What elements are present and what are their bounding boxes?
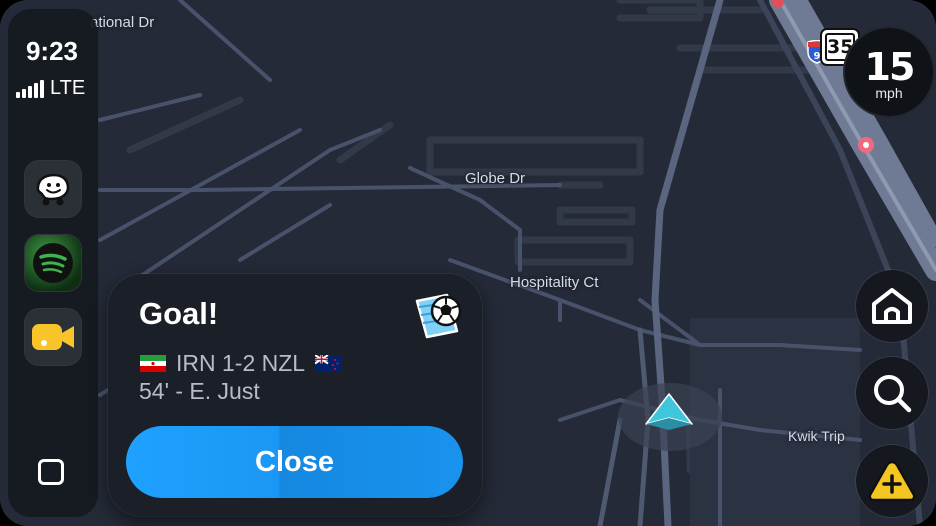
status-time: 9:23	[25, 36, 79, 66]
dock-app-video[interactable]	[25, 309, 81, 365]
speedometer: 15 mph	[845, 28, 933, 116]
new-zealand-flag-icon	[315, 355, 342, 372]
search-button[interactable]	[856, 357, 928, 429]
close-button[interactable]: Close	[126, 426, 463, 498]
iran-flag-icon	[140, 355, 166, 372]
carplay-screen: ational Dr Globe Dr Hospitality Ct Kwik …	[0, 0, 936, 526]
map-label-kwik-trip: Kwik Trip	[788, 428, 845, 444]
vehicle-position-arrow-icon	[645, 393, 693, 430]
score-line: IRN 1-2 NZL	[140, 350, 342, 377]
score-text: IRN 1-2 NZL	[176, 350, 306, 376]
cellular-status: LTE	[16, 77, 85, 100]
map-label-national-dr: ational Dr	[90, 14, 155, 31]
report-hazard-button[interactable]	[856, 445, 928, 517]
goal-notification-card: Goal! IRN 1-2 NZL 54' - E. Just Close	[108, 274, 482, 516]
dock-app-waze[interactable]	[25, 161, 81, 217]
signal-bars-icon	[16, 79, 44, 98]
report-hazard-icon	[868, 460, 916, 502]
soccer-ball-icon	[415, 293, 462, 339]
goal-scorer: 54' - E. Just	[139, 378, 260, 404]
video-camera-icon	[32, 324, 74, 350]
map-label-globe-dr: Globe Dr	[465, 170, 526, 187]
map-label-hospitality-ct: Hospitality Ct	[510, 274, 599, 291]
carplay-home-button[interactable]	[38, 459, 64, 485]
search-icon	[874, 375, 912, 413]
notification-title: Goal!	[139, 296, 219, 331]
home-button[interactable]	[856, 270, 928, 342]
spotify-icon	[33, 243, 73, 283]
home-icon	[872, 288, 912, 324]
network-type: LTE	[50, 77, 86, 99]
dock-app-spotify[interactable]	[25, 235, 81, 291]
current-speed: 15	[864, 45, 916, 89]
speed-unit: mph	[875, 85, 903, 101]
interstate-shield-number: 9	[814, 51, 821, 62]
waze-icon	[36, 173, 70, 206]
